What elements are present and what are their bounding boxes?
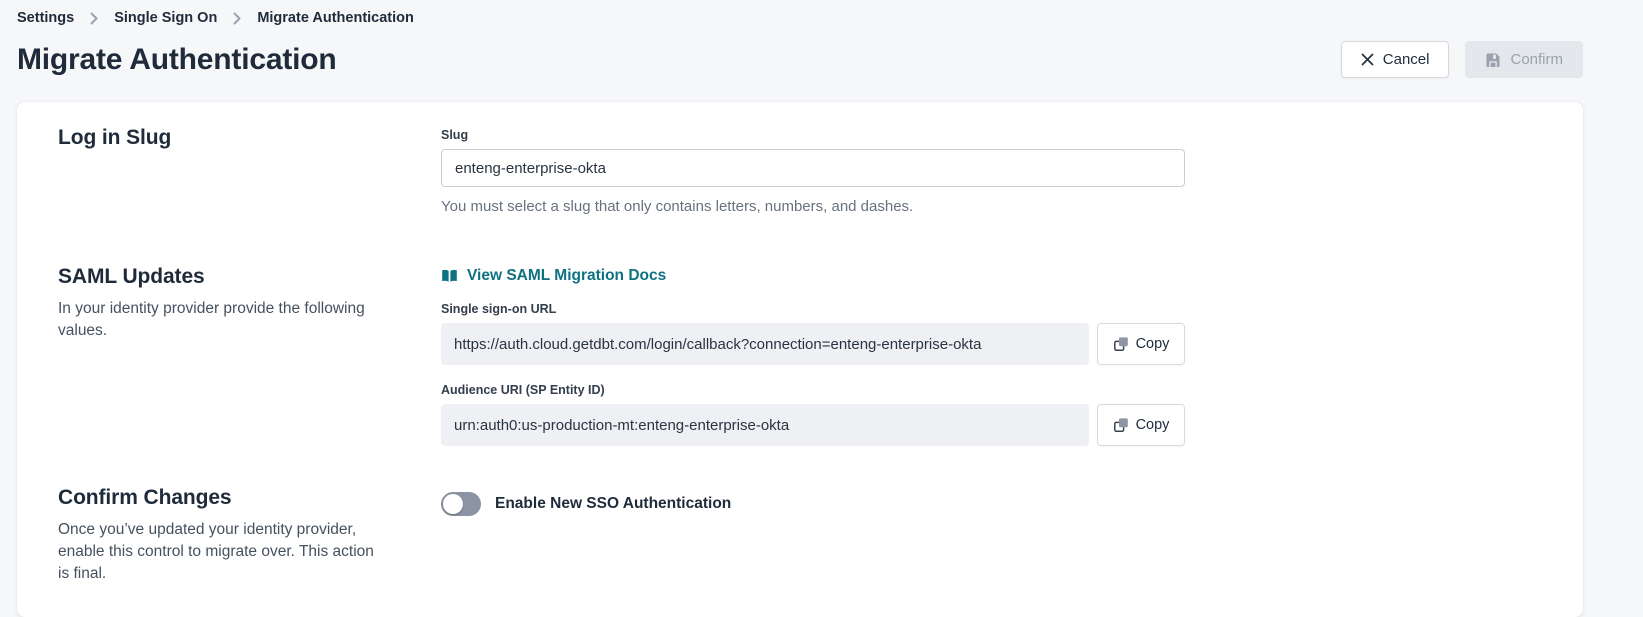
x-icon: [1361, 53, 1374, 66]
slug-helper-text: You must select a slug that only contain…: [441, 198, 1185, 215]
audience-uri-label: Audience URI (SP Entity ID): [441, 383, 1185, 397]
login-slug-right-column: Slug You must select a slug that only co…: [441, 126, 1185, 215]
slug-input[interactable]: [441, 149, 1185, 187]
breadcrumb: Settings Single Sign On Migrate Authenti…: [17, 8, 1583, 26]
saml-updates-description: In your identity provider provide the fo…: [58, 298, 380, 342]
toggle-knob: [443, 494, 463, 514]
login-slug-left-column: Log in Slug: [58, 126, 441, 215]
section-login-slug: Log in Slug Slug You must select a slug …: [58, 126, 1543, 215]
confirm-changes-right-column: Enable New SSO Authentication: [441, 486, 1185, 585]
enable-sso-toggle[interactable]: [441, 492, 481, 516]
copy-button-label: Copy: [1136, 336, 1170, 352]
copy-icon: [1113, 417, 1129, 433]
sso-url-value: https://auth.cloud.getdbt.com/login/call…: [441, 323, 1089, 365]
copy-sso-url-button[interactable]: Copy: [1097, 323, 1185, 365]
sso-url-label: Single sign-on URL: [441, 302, 1185, 316]
cancel-button[interactable]: Cancel: [1341, 41, 1450, 78]
confirm-changes-description: Once you’ve updated your identity provid…: [58, 519, 380, 585]
open-book-icon: [441, 268, 458, 284]
section-saml-updates: SAML Updates In your identity provider p…: [58, 265, 1543, 446]
save-disk-icon: [1485, 52, 1501, 68]
view-saml-migration-docs-link[interactable]: View SAML Migration Docs: [441, 267, 666, 285]
copy-icon: [1113, 336, 1129, 352]
enable-sso-toggle-label: Enable New SSO Authentication: [495, 495, 731, 513]
breadcrumb-item-single-sign-on[interactable]: Single Sign On: [114, 10, 217, 26]
sso-url-row: https://auth.cloud.getdbt.com/login/call…: [441, 323, 1185, 365]
audience-uri-row: urn:auth0:us-production-mt:enteng-enterp…: [441, 404, 1185, 446]
breadcrumb-item-migrate-authentication: Migrate Authentication: [257, 10, 414, 26]
section-confirm-changes: Confirm Changes Once you’ve updated your…: [58, 486, 1543, 585]
login-slug-heading: Log in Slug: [58, 126, 441, 150]
saml-updates-right-column: View SAML Migration Docs Single sign-on …: [441, 265, 1185, 446]
slug-label: Slug: [441, 128, 1185, 142]
page: Settings Single Sign On Migrate Authenti…: [0, 0, 1643, 617]
chevron-right-icon: [90, 12, 98, 25]
page-title: Migrate Authentication: [17, 43, 337, 77]
copy-button-label: Copy: [1136, 417, 1170, 433]
cancel-button-label: Cancel: [1383, 51, 1430, 68]
confirm-changes-left-column: Confirm Changes Once you’ve updated your…: [58, 486, 441, 585]
confirm-button-label: Confirm: [1510, 51, 1563, 68]
chevron-right-icon: [233, 12, 241, 25]
copy-audience-uri-button[interactable]: Copy: [1097, 404, 1185, 446]
confirm-changes-heading: Confirm Changes: [58, 486, 441, 510]
header-actions: Cancel Confirm: [1341, 41, 1583, 78]
saml-updates-heading: SAML Updates: [58, 265, 441, 289]
settings-card: Log in Slug Slug You must select a slug …: [17, 102, 1583, 617]
confirm-button[interactable]: Confirm: [1465, 41, 1583, 78]
breadcrumb-item-settings[interactable]: Settings: [17, 10, 74, 26]
docs-link-label: View SAML Migration Docs: [467, 267, 666, 285]
audience-uri-value: urn:auth0:us-production-mt:enteng-enterp…: [441, 404, 1089, 446]
enable-sso-toggle-row: Enable New SSO Authentication: [441, 486, 1185, 516]
saml-updates-left-column: SAML Updates In your identity provider p…: [58, 265, 441, 446]
page-header: Migrate Authentication Cancel Confirm: [17, 41, 1583, 78]
